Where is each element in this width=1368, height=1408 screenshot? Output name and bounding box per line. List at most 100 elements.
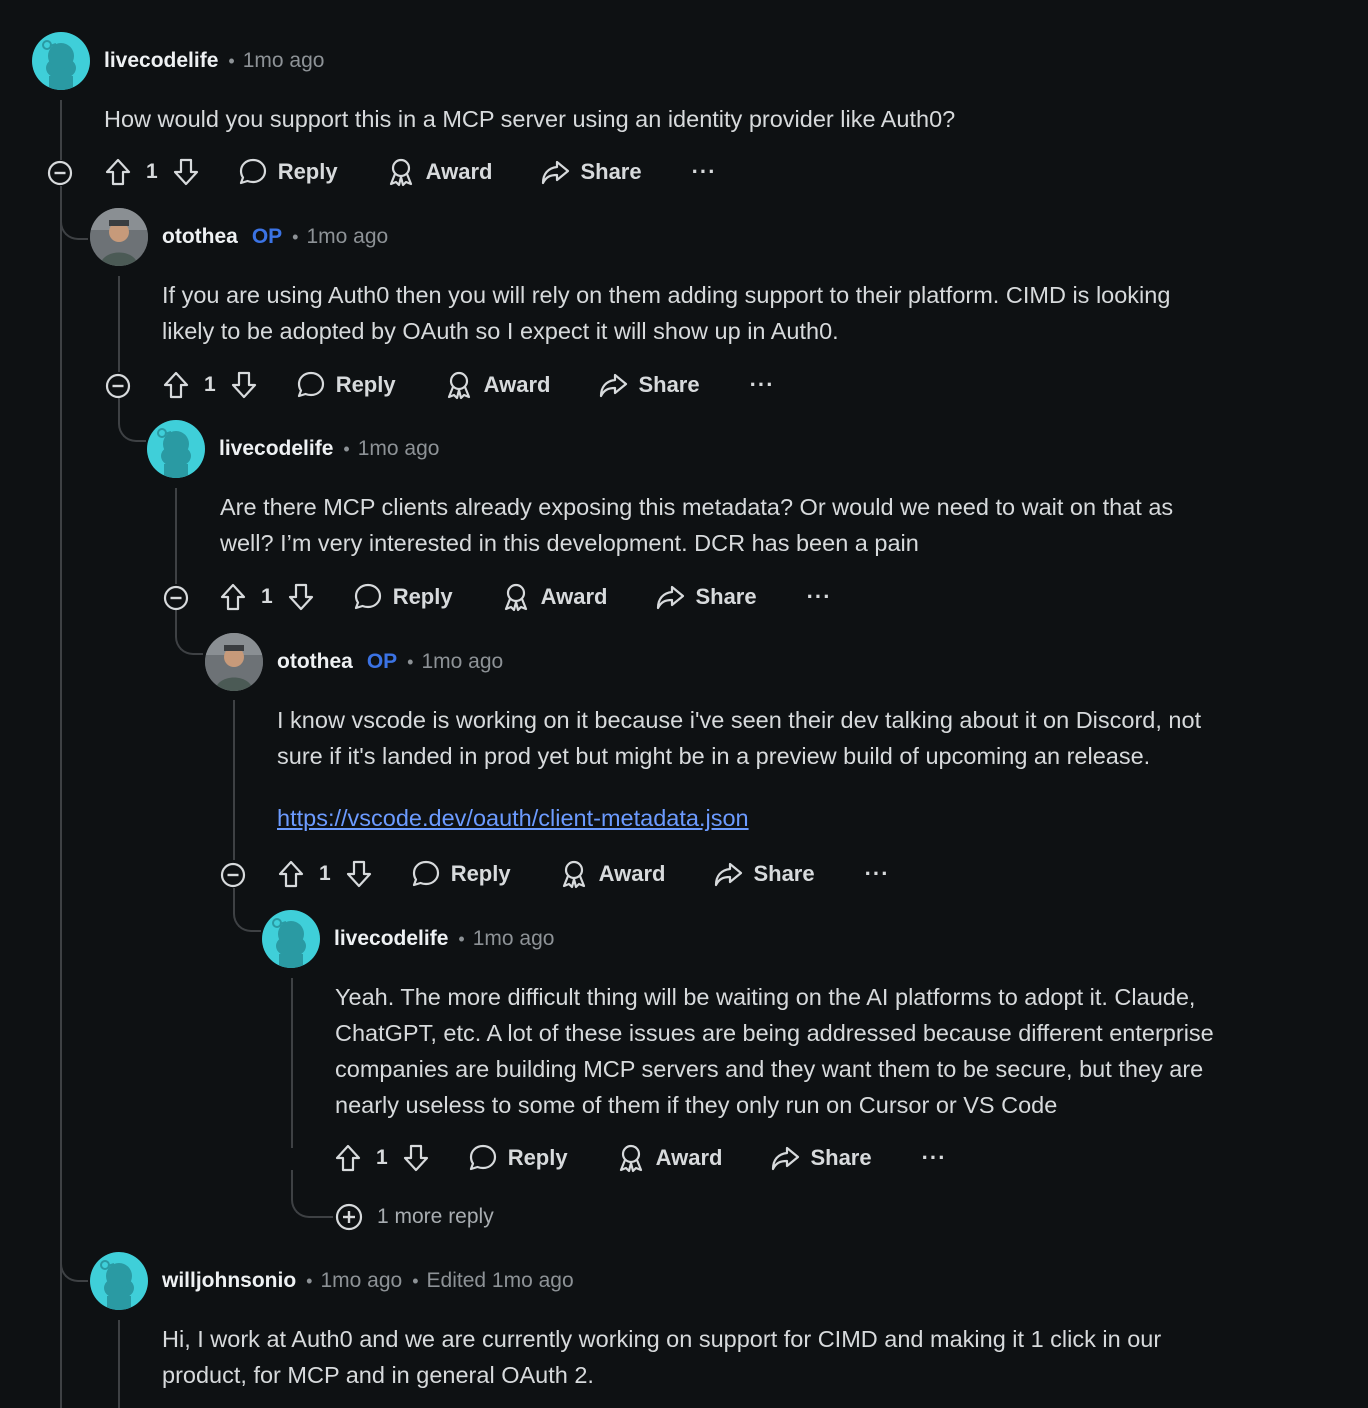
thread-line: [118, 1320, 120, 1408]
arrow-up-icon[interactable]: [219, 582, 247, 612]
username[interactable]: otothea: [277, 650, 353, 674]
comment-text-line: I know vscode is working on it because i…: [277, 707, 1202, 733]
timestamp[interactable]: 1mo ago: [358, 437, 440, 461]
share-button[interactable]: Share: [713, 859, 815, 889]
comment-actions: 1 Reply Award Share ···: [219, 577, 832, 617]
username[interactable]: livecodelife: [104, 49, 218, 73]
timestamp[interactable]: 1mo ago: [320, 1269, 402, 1293]
comment-body: Are there MCP clients already exposing t…: [220, 489, 1173, 561]
vote-count: 1: [146, 160, 158, 183]
avatar[interactable]: [90, 208, 148, 266]
reply-button[interactable]: Reply: [296, 370, 396, 400]
more-options-button[interactable]: ···: [865, 861, 890, 887]
timestamp[interactable]: 1mo ago: [306, 225, 388, 249]
comment-link[interactable]: https://vscode.dev/oauth/client-metadata…: [277, 805, 749, 832]
comment-body: Hi, I work at Auth0 and we are currently…: [162, 1321, 1161, 1393]
arrow-up-icon[interactable]: [162, 370, 190, 400]
thread-connector: [60, 1248, 88, 1282]
arrow-up-icon[interactable]: [277, 859, 305, 889]
comment-body: If you are using Auth0 then you will rel…: [162, 277, 1170, 349]
vote-count: 1: [204, 373, 216, 396]
comment-text-line: Yeah. The more difficult thing will be w…: [335, 984, 1196, 1010]
share-button[interactable]: Share: [598, 370, 700, 400]
comment-text-line: likely to be adopted by OAuth so I expec…: [162, 318, 839, 344]
minus-circle-icon[interactable]: [105, 373, 131, 399]
comment-actions: 1 Reply Award Share ···: [277, 854, 890, 894]
minus-circle-icon[interactable]: [163, 585, 189, 611]
username[interactable]: willjohnsonio: [162, 1269, 296, 1293]
reply-button[interactable]: Reply: [411, 859, 511, 889]
comment-text-line: If you are using Auth0 then you will rel…: [162, 282, 1171, 308]
timestamp[interactable]: 1mo ago: [243, 49, 325, 73]
thread-line: [60, 186, 62, 1408]
arrow-down-icon[interactable]: [230, 370, 258, 400]
more-replies-label: 1 more reply: [377, 1205, 494, 1228]
snoo-icon: [272, 918, 306, 968]
reply-label: Reply: [277, 159, 338, 184]
arrow-down-icon[interactable]: [172, 157, 200, 187]
arrow-up-icon[interactable]: [104, 157, 132, 187]
username[interactable]: livecodelife: [219, 437, 333, 461]
comment-text-line: ChatGPT, etc. A lot of these issues are …: [335, 1020, 1214, 1046]
avatar[interactable]: [32, 32, 90, 90]
more-options-button[interactable]: ···: [922, 1145, 947, 1171]
separator-dot: •: [412, 1270, 419, 1291]
avatar[interactable]: [90, 1252, 148, 1310]
share-button[interactable]: Share: [540, 157, 642, 187]
avatar[interactable]: [262, 910, 320, 968]
more-replies-button[interactable]: 1 more reply: [335, 1203, 494, 1231]
award-ribbon-icon: [562, 860, 585, 889]
share-arrow-icon: [657, 585, 685, 610]
arrow-up-icon[interactable]: [334, 1143, 362, 1173]
share-arrow-icon: [600, 373, 628, 398]
username[interactable]: otothea: [162, 225, 238, 249]
minus-circle-icon[interactable]: [47, 160, 73, 186]
timestamp[interactable]: 1mo ago: [421, 650, 503, 674]
comment-text-line: companies are building MCP servers and t…: [335, 1056, 1204, 1082]
share-label: Share: [638, 372, 700, 397]
comment-actions: 1 Reply Award Share ···: [334, 1138, 947, 1178]
award-button[interactable]: Award: [559, 859, 665, 889]
thread-connector: [233, 888, 261, 932]
comment-thread: livecodelife • 1mo ago How would you sup…: [0, 0, 1368, 1408]
avatar[interactable]: [147, 420, 205, 478]
reply-button[interactable]: Reply: [353, 582, 453, 612]
separator-dot: •: [228, 50, 235, 71]
speech-bubble-icon: [239, 158, 266, 185]
thread-connector: [291, 1170, 333, 1218]
reply-button[interactable]: Reply: [468, 1143, 568, 1173]
avatar[interactable]: [205, 633, 263, 691]
award-button[interactable]: Award: [616, 1143, 722, 1173]
user-photo-icon: [205, 633, 263, 691]
arrow-down-icon[interactable]: [402, 1143, 430, 1173]
more-options-button[interactable]: ···: [807, 584, 832, 610]
share-button[interactable]: Share: [655, 582, 757, 612]
share-button[interactable]: Share: [770, 1143, 872, 1173]
award-ribbon-icon: [447, 371, 470, 400]
comment-text-line: product, for MCP and in general OAuth 2.: [162, 1362, 594, 1388]
comment-header: livecodelife • 1mo ago: [262, 910, 554, 968]
award-button[interactable]: Award: [501, 582, 607, 612]
reply-button[interactable]: Reply: [238, 157, 338, 187]
award-button[interactable]: Award: [444, 370, 550, 400]
share-arrow-icon: [772, 1146, 800, 1171]
share-arrow-icon: [542, 160, 570, 185]
comment-header: livecodelife • 1mo ago: [147, 420, 439, 478]
snoo-icon: [42, 40, 76, 90]
minus-circle-icon[interactable]: [220, 862, 246, 888]
share-label: Share: [580, 159, 642, 184]
award-button[interactable]: Award: [386, 157, 492, 187]
arrow-down-icon[interactable]: [345, 859, 373, 889]
share-label: Share: [753, 861, 815, 886]
arrow-down-icon[interactable]: [287, 582, 315, 612]
comment-header: livecodelife • 1mo ago: [32, 32, 324, 90]
speech-bubble-icon: [412, 860, 439, 887]
more-options-button[interactable]: ···: [750, 372, 775, 398]
thread-line: [60, 100, 62, 160]
share-label: Share: [810, 1145, 872, 1170]
username[interactable]: livecodelife: [334, 927, 448, 951]
more-options-button[interactable]: ···: [692, 159, 717, 185]
share-label: Share: [695, 584, 757, 609]
speech-bubble-icon: [469, 1144, 496, 1171]
timestamp[interactable]: 1mo ago: [473, 927, 555, 951]
